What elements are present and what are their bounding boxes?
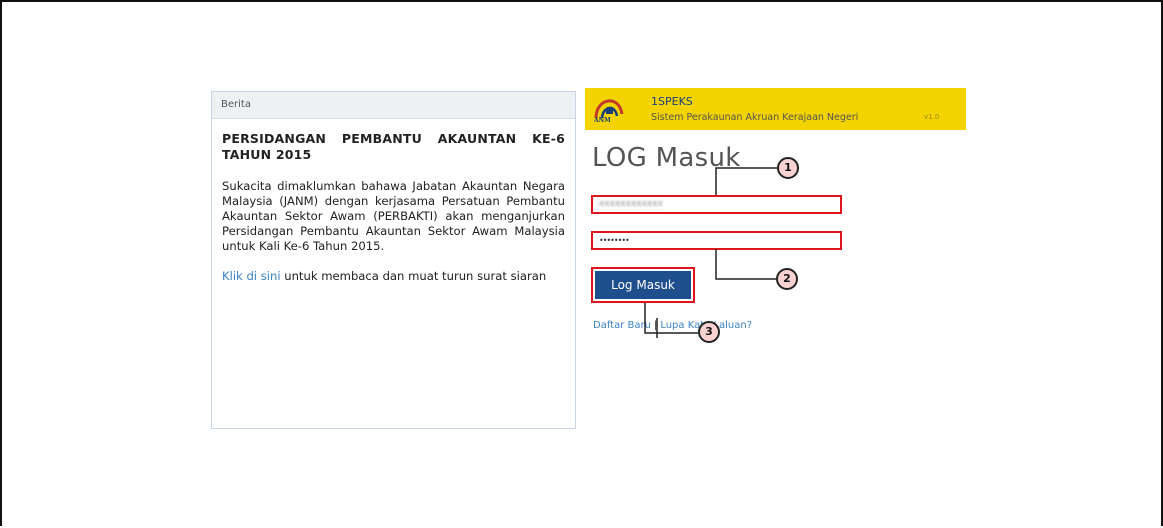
brand-subtitle: Sistem Perakaunan Akruan Kerajaan Negeri [651, 112, 859, 123]
news-panel-header: Berita [212, 92, 575, 119]
login-button[interactable]: Log Masuk [595, 271, 691, 299]
login-button-highlight: Log Masuk [591, 267, 695, 303]
news-title: PERSIDANGAN PEMBANTU AKAUNTAN KE-6 TAHUN… [222, 131, 565, 162]
username-value: xxxxxxxxxxxx [599, 199, 663, 209]
news-panel: Berita PERSIDANGAN PEMBANTU AKAUNTAN KE-… [211, 91, 576, 429]
logo-text: ANM [594, 117, 611, 124]
brand-name: 1SPEKS [651, 95, 693, 108]
link-separator: | [653, 320, 658, 331]
brand-banner: ANM 1SPEKS Sistem Perakaunan Akruan Kera… [585, 88, 966, 130]
callout-3: 3 [698, 321, 720, 343]
news-link-suffix: untuk membaca dan muat turun surat siara… [280, 269, 547, 283]
news-read-more-link[interactable]: Klik di sini [222, 269, 281, 283]
callout-1: 1 [777, 157, 799, 179]
login-links: Daftar Baru|Lupa Kata Laluan? [593, 320, 752, 331]
screenshot-frame [0, 0, 1163, 526]
news-body: Sukacita dimaklumkan bahawa Jabatan Akau… [222, 179, 565, 253]
news-link-line: Klik di sini untuk membaca dan muat turu… [222, 269, 565, 283]
password-input[interactable]: •••••••• [591, 231, 842, 250]
username-input[interactable]: xxxxxxxxxxxx [591, 195, 842, 214]
brand-version: v1.0 [924, 113, 940, 121]
login-title: LOG Masuk [592, 143, 741, 173]
callout-2: 2 [776, 268, 798, 290]
register-link[interactable]: Daftar Baru [593, 320, 651, 331]
